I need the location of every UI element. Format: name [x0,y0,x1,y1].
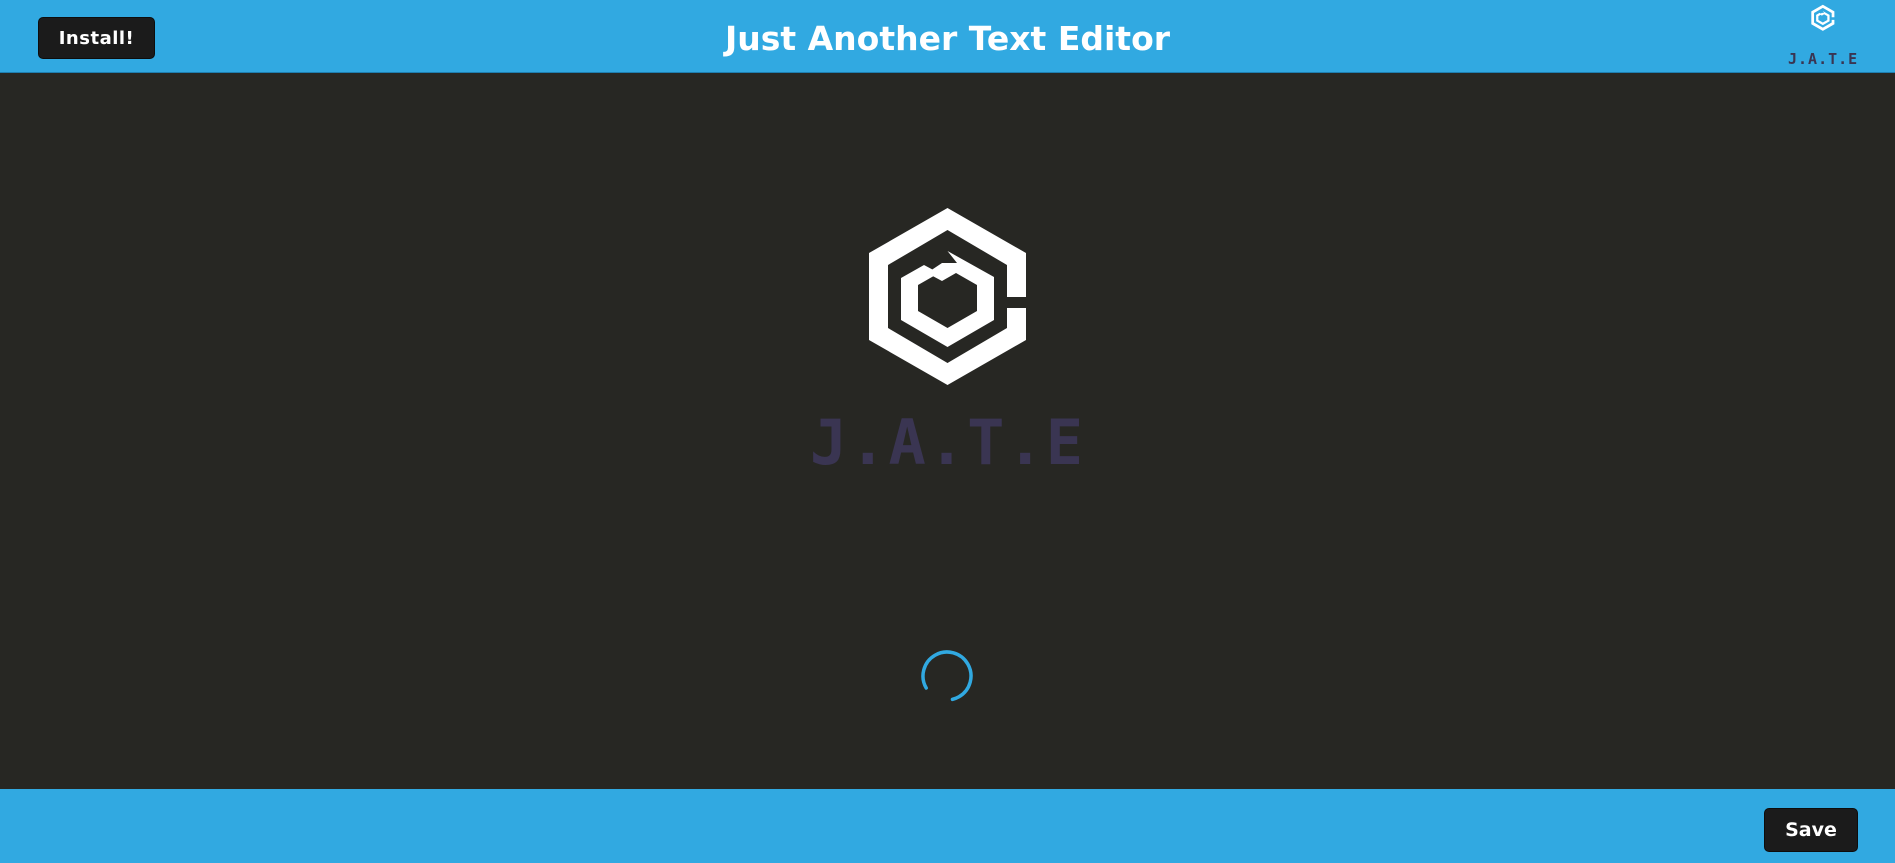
header-logo: J.A.T.E [1788,4,1858,70]
app-window: Install! Just Another Text Editor J.A.T.… [0,0,1895,863]
loading-spinner-icon [921,650,973,702]
page-title: Just Another Text Editor [724,19,1171,58]
install-button[interactable]: Install! [38,17,155,59]
jate-cube-logo-icon [1811,4,1835,31]
top-bar: Install! Just Another Text Editor J.A.T.… [0,0,1895,73]
splash-wordmark: J.A.T.E [809,406,1086,479]
bottom-bar: Save [0,789,1895,863]
header-logo-text: J.A.T.E [1788,50,1859,68]
editor-area[interactable]: J.A.T.E [0,73,1895,789]
save-button[interactable]: Save [1764,808,1858,852]
jate-cube-logo-icon [869,208,1026,385]
